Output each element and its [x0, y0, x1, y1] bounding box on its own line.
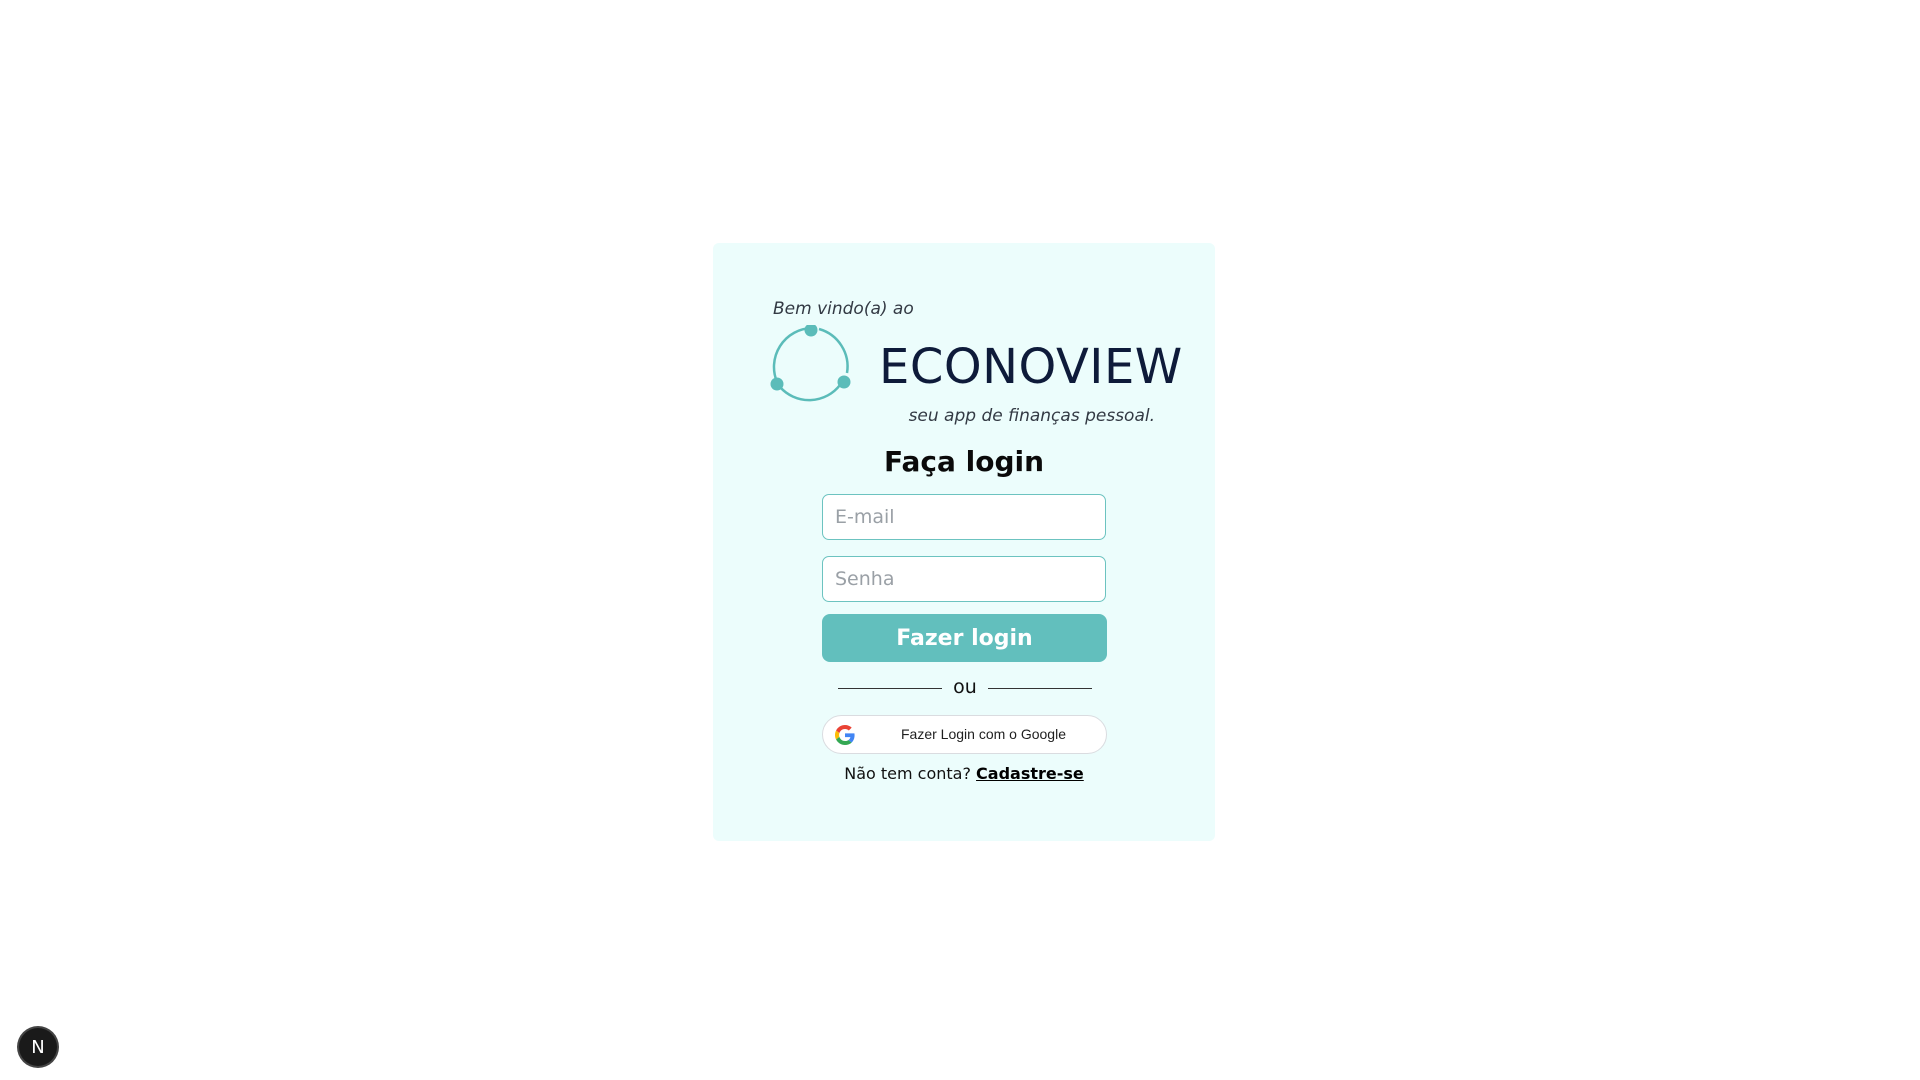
- page-title: Faça login: [883, 445, 1045, 478]
- google-login-button[interactable]: Fazer Login com o Google: [822, 715, 1107, 754]
- brand-name: ECONOVIEW: [879, 339, 1183, 395]
- google-icon: [835, 725, 855, 745]
- login-button[interactable]: Fazer login: [822, 614, 1107, 662]
- signup-row: Não tem conta? Cadastre-se: [713, 764, 1215, 783]
- econoview-logo: ECONOVIEW: [769, 325, 1182, 409]
- login-card: Bem vindo(a) ao ECONOVIEW seu app de fin…: [713, 243, 1215, 841]
- tagline: seu app de finanças pessoal.: [908, 406, 1155, 426]
- divider-label: ou: [953, 676, 977, 698]
- password-field[interactable]: [822, 556, 1106, 602]
- nextjs-logo-icon[interactable]: N: [19, 1028, 57, 1066]
- signup-prompt: Não tem conta?: [844, 764, 971, 783]
- signup-link[interactable]: Cadastre-se: [976, 764, 1084, 783]
- email-field[interactable]: [822, 494, 1106, 540]
- google-login-label: Fazer Login com o Google: [901, 726, 1066, 742]
- divider-line-right: [988, 688, 1092, 689]
- cycle-logo-icon: [770, 325, 851, 402]
- dev-badge-label: N: [31, 1036, 45, 1058]
- login-page: Bem vindo(a) ao ECONOVIEW seu app de fin…: [0, 0, 1920, 1080]
- welcome-text: Bem vindo(a) ao: [773, 299, 914, 319]
- or-divider: ou: [838, 676, 1092, 700]
